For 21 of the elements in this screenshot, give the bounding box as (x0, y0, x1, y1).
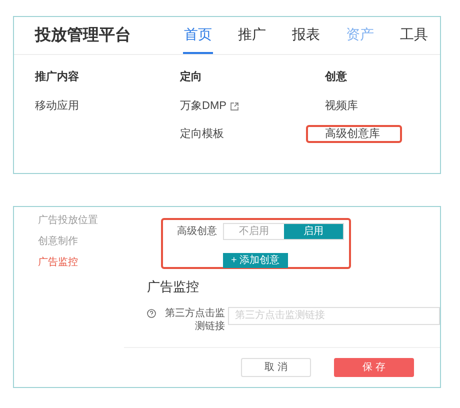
menu-heading: 定向 (180, 70, 203, 85)
menu-link[interactable]: 视频库 (325, 97, 425, 115)
menu-heading: 创意 (325, 70, 348, 85)
cancel-button[interactable]: 取 消 (241, 358, 311, 377)
segment-option[interactable]: 启用 (284, 224, 343, 239)
field-label: 第三方点击监测链接 (164, 306, 225, 332)
add-creative-button[interactable]: + 添加创意 (223, 253, 288, 268)
menu-link[interactable]: 移动应用 (35, 97, 180, 115)
external-link-icon (230, 102, 240, 110)
platform-title: 投放管理平台 (35, 26, 132, 46)
sidebar-item[interactable]: 广告监控 (38, 255, 124, 270)
menu-link[interactable]: 万象DMP (180, 97, 325, 115)
nav-tab[interactable]: 首页 (183, 17, 213, 54)
nav-tab[interactable]: 推广 (237, 17, 267, 54)
menu-link[interactable]: 高级创意库 (306, 125, 402, 143)
nav-tab[interactable]: 报表 (291, 17, 321, 54)
help-icon (147, 308, 156, 318)
section-title: 广告监控 (147, 278, 200, 296)
nav-tab[interactable]: 工具 (399, 17, 429, 54)
field-label: 高级创意 (177, 224, 218, 239)
menu-heading: 推广内容 (35, 70, 80, 85)
